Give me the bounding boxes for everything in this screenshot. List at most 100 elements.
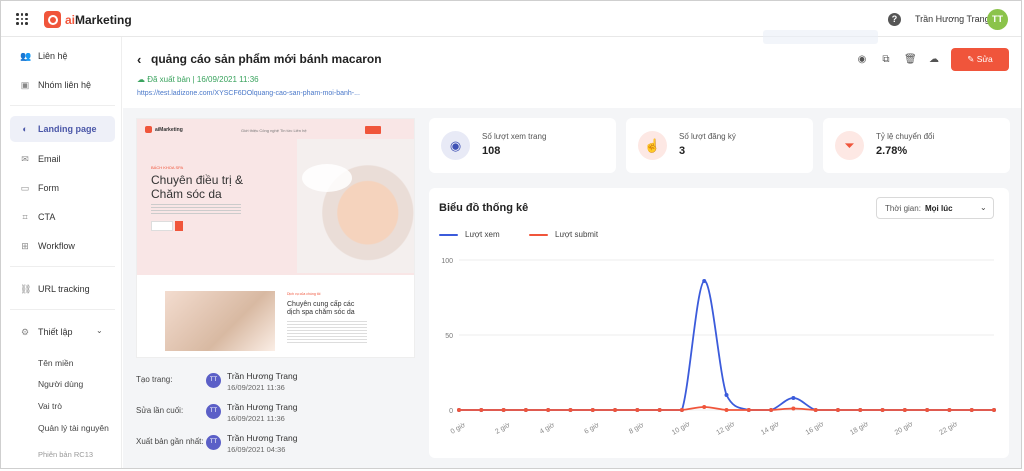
app-grid-icon[interactable] <box>16 13 28 25</box>
time-filter-value: Mọi lúc <box>925 204 953 213</box>
preview-section-small: Dịch vụ của chúng tôi <box>287 292 321 296</box>
data-point-submit <box>791 406 796 411</box>
preview-hero-image-towel <box>302 164 352 192</box>
funnel-icon: ⏷ <box>835 131 864 160</box>
landing-page-icon: ◐ <box>22 124 28 134</box>
data-point-submit <box>724 408 729 412</box>
preview-cta-button <box>365 126 381 134</box>
logo-icon[interactable] <box>44 11 61 28</box>
divider <box>10 105 115 106</box>
email-icon: ✉ <box>21 154 29 164</box>
back-icon[interactable]: ‹ <box>137 52 141 67</box>
stat-value: 2.78% <box>876 145 908 157</box>
sidebar-item-contact-groups[interactable]: ▣ Nhóm liên hệ <box>10 72 115 98</box>
link-icon: ⛓ <box>20 284 32 294</box>
main-content: ‹ quảng cáo sản phẩm mới bánh macaron ☁ … <box>123 30 1021 468</box>
data-point-submit <box>546 408 551 412</box>
x-tick-label: 2 giờ <box>494 421 512 435</box>
data-point-views <box>791 396 796 400</box>
sidebar-item-contacts[interactable]: 👥 Liên hệ <box>10 43 115 69</box>
sidebar-item-cta[interactable]: ⌗ CTA <box>10 204 115 230</box>
settings-sub-domain[interactable]: Tên miền <box>38 358 73 368</box>
stats-chart-card: Biểu đồ thống kê Thời gian: Mọi lúc ⌄ Lư… <box>429 188 1009 458</box>
data-point-submit <box>479 408 484 412</box>
y-tick-label: 100 <box>441 258 453 265</box>
preview-menu: Giới thiệu Công nghệ Tin tức Liên hệ <box>241 128 307 133</box>
legend-swatch-submit <box>529 234 548 236</box>
stat-card-signups: ☝ Số lượt đăng ký 3 <box>626 118 813 173</box>
meta-created-date: 16/09/2021 11:36 <box>227 383 285 392</box>
avatar[interactable]: TT <box>987 9 1008 30</box>
sidebar-item-workflow[interactable]: ⊞ Workflow <box>10 233 115 259</box>
x-tick-label: 16 giờ <box>805 421 826 437</box>
page-url-link[interactable]: https://test.ladizone.com/XYSCF6DOlquang… <box>137 90 360 97</box>
stat-label: Tỷ lệ chuyển đổi <box>876 132 935 141</box>
settings-sub-users[interactable]: Người dùng <box>38 379 83 389</box>
data-point-submit <box>835 408 840 412</box>
avatar: TT <box>206 373 221 388</box>
preview-section-title: Chuyên cung cấp các dịch spa chăm sóc da <box>287 301 355 316</box>
data-point-submit <box>657 408 662 412</box>
form-icon: ▭ <box>20 183 30 193</box>
data-point-submit <box>880 408 885 412</box>
line-chart: 0 50 100 0 giờ 2 giờ 4 giờ 6 giờ 8 giờ 10 giờ 12 … <box>441 258 996 437</box>
chevron-down-icon: ⌄ <box>96 326 103 335</box>
x-tick-label: 14 giờ <box>760 421 781 437</box>
preview-section-image <box>165 291 275 351</box>
data-point-submit <box>992 408 996 412</box>
meta-edited-label: Sửa lần cuối: <box>136 406 184 415</box>
meta-edited-date: 16/09/2021 11:36 <box>227 414 285 423</box>
legend-label-submit[interactable]: Lượt submit <box>555 230 598 239</box>
hand-pointer-icon: ☝ <box>638 131 667 160</box>
sidebar-item-url-tracking[interactable]: ⛓ URL tracking <box>10 276 115 302</box>
data-point-submit <box>858 408 863 412</box>
sidebar-item-settings[interactable]: ⚙ Thiết lập ⌄ <box>10 319 115 345</box>
time-filter-select[interactable]: Thời gian: Mọi lúc ⌄ <box>876 197 994 219</box>
settings-sub-resources[interactable]: Quản lý tài nguyên <box>38 423 109 433</box>
y-tick-label: 50 <box>445 333 453 340</box>
help-icon[interactable]: ? <box>888 13 901 26</box>
preview-hero-button <box>151 221 173 231</box>
preview-logo-icon <box>145 126 152 133</box>
cloud-icon[interactable]: ☁ <box>928 54 940 66</box>
data-point-submit <box>702 405 707 409</box>
stat-card-conversion: ⏷ Tỷ lệ chuyển đổi 2.78% <box>823 118 1010 173</box>
edit-button[interactable]: ✎ Sửa <box>951 48 1009 71</box>
x-tick-label: 6 giờ <box>583 421 601 435</box>
legend-label-views[interactable]: Lượt xem <box>465 230 500 239</box>
x-tick-label: 20 giờ <box>894 421 915 437</box>
sidebar-item-landing-page[interactable]: ◐ Landing page <box>10 116 115 142</box>
data-point-submit <box>925 408 930 412</box>
logo[interactable]: aiMarketing <box>65 13 132 27</box>
preview-hero-button-accent <box>175 221 183 231</box>
data-point-submit <box>523 408 528 412</box>
x-tick-label: 22 giờ <box>938 421 959 437</box>
x-tick-label: 4 giờ <box>539 421 557 435</box>
data-point-submit <box>613 408 618 412</box>
sidebar-item-email[interactable]: ✉ Email <box>10 146 115 172</box>
stat-label: Số lượt đăng ký <box>679 132 736 141</box>
stat-label: Số lượt xem trang <box>482 132 547 141</box>
preview-eye-icon[interactable]: ◉ <box>856 54 868 66</box>
eye-icon: ◉ <box>441 131 470 160</box>
copy-icon[interactable]: ⧉ <box>880 54 892 66</box>
stat-value: 108 <box>482 145 501 157</box>
x-tick-label: 0 giờ <box>450 421 468 435</box>
data-point-submit <box>813 408 818 412</box>
landing-page-preview[interactable]: aiMarketing Giới thiệu Công nghệ Tin tức… <box>136 118 415 358</box>
data-point-submit <box>969 408 974 412</box>
preview-section: Dịch vụ của chúng tôi Chuyên cung cấp cá… <box>137 275 414 357</box>
user-name[interactable]: Trần Hương Trang <box>915 14 990 24</box>
page-title: quảng cáo sản phẩm mới bánh macaron <box>151 52 382 66</box>
contact-group-icon: ▣ <box>20 80 30 90</box>
series-line-views <box>458 280 994 411</box>
page-header: ‹ quảng cáo sản phẩm mới bánh macaron ☁ … <box>123 30 1021 108</box>
data-point-submit <box>635 408 640 412</box>
chart-title: Biểu đồ thống kê <box>439 202 529 214</box>
stat-card-views: ◉ Số lượt xem trang 108 <box>429 118 616 173</box>
sidebar-item-form[interactable]: ▭ Form <box>10 175 115 201</box>
delete-icon[interactable]: 🗑 <box>904 54 917 66</box>
settings-sub-roles[interactable]: Vai trò <box>38 401 62 411</box>
divider <box>10 266 115 267</box>
divider <box>10 309 115 310</box>
